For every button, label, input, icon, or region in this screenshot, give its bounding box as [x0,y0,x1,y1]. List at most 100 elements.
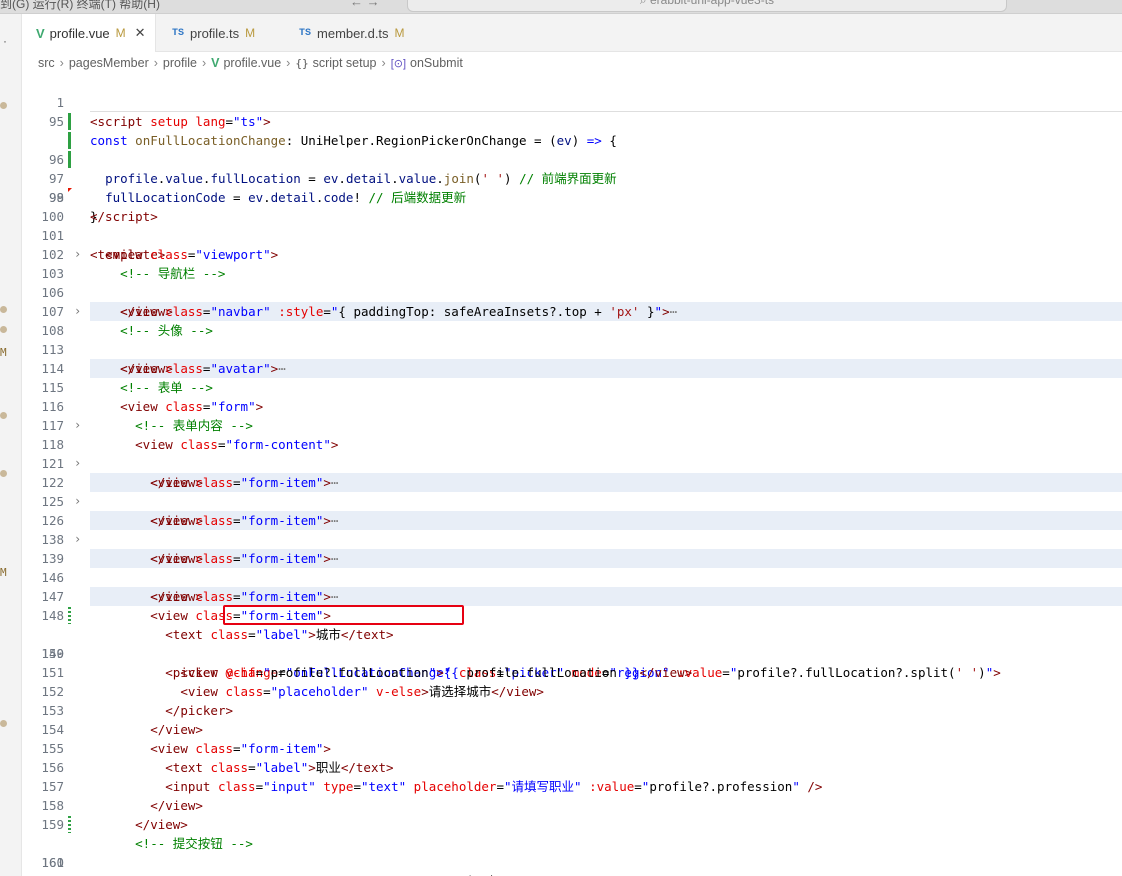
code-line-folded: 139 › <view class="form-item">⋯ [22,530,1122,606]
code-line-folded: 103 › <view class="navbar" :style="{ pad… [22,245,1122,321]
code-line-folded: 122 › <view class="form-item">⋯ [22,454,1122,530]
chevron-right-icon[interactable]: › [74,416,84,435]
tab-label: profile.vue [49,25,110,41]
code-line: 158 </view> [22,777,1122,832]
modified-dot [0,470,7,477]
code-line-folded: 108 › <view class="avatar">⋯ [22,302,1122,378]
breadcrumb-item[interactable]: profile.vue [223,56,281,70]
chevron-right-icon[interactable]: › [74,530,84,549]
chevron-right-icon: › [286,56,291,70]
modified-badge: M [115,26,126,40]
tab-label: member.d.ts [317,25,389,41]
code-line: 125 </view> [22,473,1122,528]
modified-dot [0,326,7,333]
code-line: 97 fullLocationCode = ev.detail.code! //… [22,131,1122,205]
breadcrumb-item[interactable]: pagesMember [69,56,149,70]
code-line: 95 const onFullLocationChange: UniHelper… [22,93,1122,148]
code-line: 151 <view class="placeholder" v-else>请选择… [22,644,1122,699]
code-editor[interactable]: 1 <script setup lang="ts"> 95 const onFu… [22,74,1122,876]
annotation-highlight-box [223,605,464,625]
tab-profile-ts[interactable]: TS profile.ts M [158,14,284,52]
modified-marker: M [0,566,7,579]
code-line: 150 <view v-if="profile?.fullLocation">{… [22,625,1122,680]
breadcrumb: src › pagesMember › profile › V profile.… [22,52,1122,74]
modified-dot [0,102,7,109]
code-line: 154 <view class="form-item"> [22,701,1122,756]
ts-icon: TS [299,27,312,39]
modified-dot [0,306,7,313]
breadcrumb-item[interactable]: script setup [313,56,377,70]
code-line: 1 <script setup lang="ts"> [22,74,1122,129]
tab-profile-vue[interactable]: V profile.vue M ✕ [22,14,156,52]
code-line: 121 </view> [22,435,1122,490]
menu-bar[interactable]: 到(G) 运行(R) 终端(T) 帮助(H) [0,0,160,12]
command-center[interactable]: ⌕ erabbit-uni-app-vue3-ts [407,0,1007,12]
title-bar: 到(G) 运行(R) 终端(T) 帮助(H) ← → ⌕ erabbit-uni… [0,0,1122,14]
code-line: 159 <!-- 提交按钮 --> [22,796,1122,851]
code-line: 106 </view> [22,264,1122,319]
code-line-folded: 126 › <view class="form-item">⋯ [22,492,1122,568]
code-line: 156 <input class="input" type="text" pla… [22,739,1122,794]
command-center-label: erabbit-uni-app-vue3-ts [649,0,775,7]
code-line: 157 </view> [22,758,1122,813]
chevron-right-icon[interactable]: › [74,302,84,321]
breadcrumb-item[interactable]: onSubmit [410,56,463,70]
tab-member-d-ts[interactable]: TS member.d.ts M [285,14,415,52]
dot-marker: · [3,34,7,48]
code-line: 161 </view> [22,834,1122,876]
code-line: 115 <view class="form"> [22,359,1122,414]
code-line: 148 <text class="label">城市</text> [22,587,1122,642]
modified-badge: M [245,26,256,40]
code-line: 155 <text class="label">职业</text> [22,720,1122,775]
braces-icon: {} [295,56,309,70]
modified-badge: M [394,26,405,40]
modified-gutter-mark [68,151,71,168]
code-line: 107 <!-- 头像 --> [22,283,1122,338]
code-line: 153 </view> [22,682,1122,737]
editor-tabs: V profile.vue M ✕ TS profile.ts M TS mem… [22,14,1122,52]
code-line: 113 </view> [22,321,1122,376]
close-icon[interactable]: ✕ [135,25,146,41]
code-line: 160 <button @tap="onSubmit" class="form-… [22,815,1122,876]
code-line: 99 </script> [22,169,1122,224]
modified-gutter-mark [68,816,71,833]
chevron-right-icon[interactable]: › [74,454,84,473]
explorer-edge: · M M [0,14,22,876]
breadcrumb-item[interactable]: profile [163,56,197,70]
code-line: 116 <!-- 表单内容 --> [22,378,1122,433]
code-line: 146 </view> [22,549,1122,604]
code-line: 152 </picker> [22,663,1122,718]
code-line: 100 <template> [22,188,1122,262]
deleted-gutter-mark [68,188,72,192]
search-icon: ⌕ [639,0,650,7]
code-line: 96 profile.value.fullLocation = ev.detai… [22,112,1122,186]
chevron-right-icon: › [153,56,158,70]
modified-gutter-mark [68,607,71,624]
code-line: 117 <view class="form-content"> [22,397,1122,452]
vue-icon: V [211,56,220,70]
vue-icon: V [36,25,45,41]
modified-dot [0,412,7,419]
ts-icon: TS [172,27,185,39]
code-line: 114 <!-- 表单 --> [22,340,1122,395]
tab-label: profile.ts [190,25,240,41]
code-line-folded: 118 › <view class="form-item">⋯ [22,416,1122,492]
chevron-right-icon: › [381,56,386,70]
modified-dot [0,720,7,727]
chevron-right-icon[interactable]: › [74,245,84,264]
chevron-right-icon[interactable]: › [74,492,84,511]
nav-arrows[interactable]: ← → [350,0,380,9]
code-line: 102 <!-- 导航栏 --> [22,226,1122,281]
breadcrumb-item[interactable]: src [38,56,55,70]
code-line: 149 <picker @change="onFullLocationChang… [22,606,1122,680]
code-line: 147 <view class="form-item"> [22,568,1122,623]
code-line: 162 </view> [22,853,1122,876]
modified-gutter-mark [68,113,71,130]
line-number: 162 [22,872,64,876]
chevron-right-icon: › [59,56,64,70]
symbol-method-icon: [⊙] [390,57,407,70]
modified-gutter-mark [68,132,71,149]
code-line: 101 <view class="viewport"> [22,207,1122,262]
code-line: 98 } [22,150,1122,224]
chevron-right-icon: › [201,56,207,70]
